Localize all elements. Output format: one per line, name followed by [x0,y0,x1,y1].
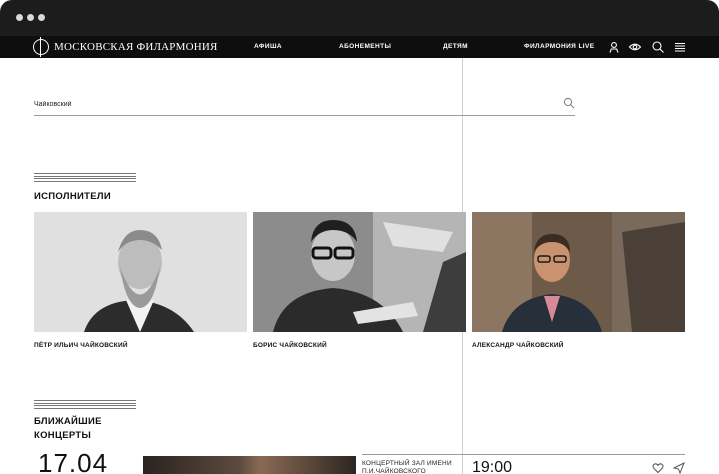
logo-text[interactable]: МОСКОВСКАЯ ФИЛАРМОНИЯ [54,41,218,53]
search-icon[interactable] [651,40,665,54]
concerts-heading-line2: КОНЦЕРТЫ [34,430,92,441]
concert-date: 17.04 [38,448,109,474]
concerts-heading: БЛИЖАЙШИЕ [34,416,102,427]
share-icon[interactable] [673,462,685,474]
performer-photo [472,212,685,332]
performer-card[interactable] [253,212,466,332]
performer-card[interactable] [34,212,247,332]
performer-name[interactable]: АЛЕКСАНДР ЧАЙКОВСКИЙ [472,342,564,349]
nav-link-children[interactable]: ДЕТЯМ [443,43,468,50]
nav-link-afisha[interactable]: АФИША [254,43,282,50]
browser-window: МОСКОВСКАЯ ФИЛАРМОНИЯ АФИША АБОНЕМЕНТЫ Д… [0,0,719,474]
performer-card[interactable] [472,212,685,332]
eye-icon[interactable] [628,40,642,54]
concert-divider [362,454,685,455]
main-content: ИСПОЛНИТЕЛИ ПЁТР ИЛЬИЧ ЧАЙКОВСКИЙ [0,58,719,474]
browser-chrome [0,0,719,36]
concert-venue[interactable]: КОНЦЕРТНЫЙ ЗАЛ ИМЕНИ П.И.ЧАЙКОВСКОГО [362,460,462,474]
performer-photo [253,212,466,332]
window-dot[interactable] [27,14,34,21]
window-dot[interactable] [16,14,23,21]
performer-photo [34,212,247,332]
concert-photo[interactable] [143,456,356,474]
nav-link-subscriptions[interactable]: АБОНЕМЕНТЫ [339,43,391,50]
user-icon[interactable] [607,40,621,54]
decorative-stripes [34,173,136,182]
site-header: МОСКОВСКАЯ ФИЛАРМОНИЯ АФИША АБОНЕМЕНТЫ Д… [0,36,719,58]
heart-icon[interactable] [652,462,664,474]
window-dot[interactable] [38,14,45,21]
decorative-stripes [34,400,136,409]
logo-icon[interactable] [33,37,49,57]
search-icon[interactable] [563,97,575,109]
concert-time: 19:00 [472,459,513,474]
nav-link-live[interactable]: ФИЛАРМОНИЯ LIVE [524,43,595,50]
performers-heading: ИСПОЛНИТЕЛИ [34,191,111,202]
performer-name[interactable]: БОРИС ЧАЙКОВСКИЙ [253,342,327,349]
performer-name[interactable]: ПЁТР ИЛЬИЧ ЧАЙКОВСКИЙ [34,342,128,349]
search-underline [34,115,575,116]
menu-icon[interactable] [673,40,687,54]
search-input[interactable] [34,96,554,112]
